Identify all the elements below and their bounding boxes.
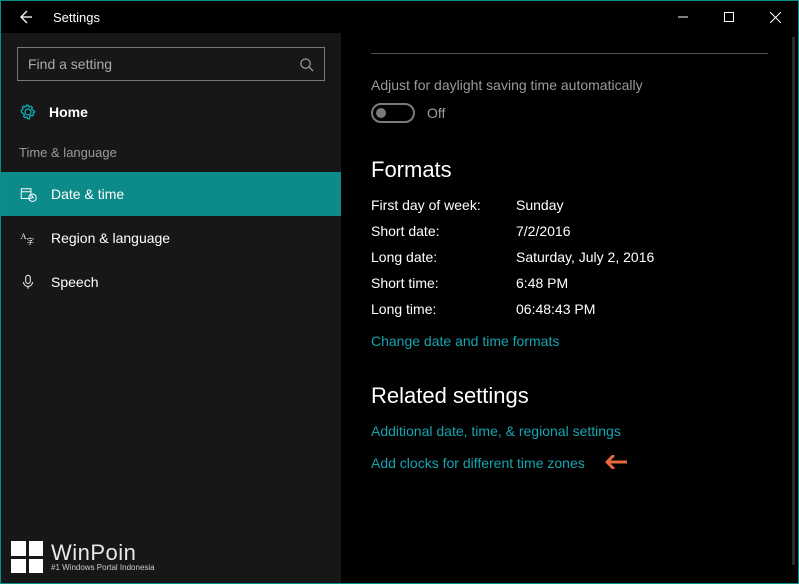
watermark-subtitle: #1 Windows Portal Indonesia	[51, 564, 155, 572]
minimize-button[interactable]	[660, 1, 706, 33]
related-heading: Related settings	[371, 383, 768, 409]
home-nav[interactable]: Home	[1, 95, 341, 135]
minimize-icon	[678, 12, 688, 22]
change-formats-link[interactable]: Change date and time formats	[371, 333, 768, 349]
close-button[interactable]	[752, 1, 798, 33]
window-controls	[660, 1, 798, 33]
format-key: Short date:	[371, 223, 516, 239]
close-icon	[770, 12, 781, 23]
home-label: Home	[49, 104, 88, 120]
nav-list: Date & time A字 Region & language Speech	[1, 172, 341, 304]
sidebar: Find a setting Home Time & language Date…	[1, 33, 341, 583]
svg-text:A: A	[21, 232, 27, 241]
calendar-clock-icon	[19, 185, 37, 203]
nav-label: Speech	[51, 274, 98, 290]
format-value: 06:48:43 PM	[516, 301, 768, 317]
microphone-icon	[19, 273, 37, 291]
scrollbar[interactable]	[792, 37, 795, 565]
settings-window: Settings Find a setting Home	[0, 0, 799, 584]
dst-toggle-state: Off	[427, 105, 445, 121]
toggle-knob	[376, 108, 386, 118]
add-clocks-link[interactable]: Add clocks for different time zones	[371, 455, 585, 471]
nav-label: Region & language	[51, 230, 170, 246]
additional-settings-link[interactable]: Additional date, time, & regional settin…	[371, 423, 621, 439]
scroll-hint	[371, 46, 768, 54]
format-value: Saturday, July 2, 2016	[516, 249, 768, 265]
watermark: WinPoin #1 Windows Portal Indonesia	[11, 541, 155, 573]
format-key: First day of week:	[371, 197, 516, 213]
formats-table: First day of week:SundayShort date:7/2/2…	[371, 197, 768, 317]
language-icon: A字	[19, 229, 37, 247]
content-pane: Adjust for daylight saving time automati…	[341, 33, 798, 583]
format-value: 7/2/2016	[516, 223, 768, 239]
search-input[interactable]: Find a setting	[17, 47, 325, 81]
search-placeholder: Find a setting	[28, 56, 112, 72]
back-arrow-icon	[17, 9, 33, 25]
format-value: Sunday	[516, 197, 768, 213]
window-body: Find a setting Home Time & language Date…	[1, 33, 798, 583]
window-title: Settings	[53, 10, 660, 25]
svg-text:字: 字	[27, 236, 35, 246]
maximize-icon	[724, 12, 734, 22]
format-key: Long time:	[371, 301, 516, 317]
callout-arrow-icon	[601, 453, 627, 474]
watermark-title: WinPoin	[51, 542, 155, 564]
titlebar: Settings	[1, 1, 798, 33]
search-icon	[299, 57, 314, 72]
sidebar-item-region-language[interactable]: A字 Region & language	[1, 216, 341, 260]
maximize-button[interactable]	[706, 1, 752, 33]
nav-label: Date & time	[51, 186, 124, 202]
sidebar-item-date-time[interactable]: Date & time	[1, 172, 341, 216]
format-key: Long date:	[371, 249, 516, 265]
watermark-logo-icon	[11, 541, 43, 573]
format-key: Short time:	[371, 275, 516, 291]
gear-icon	[19, 103, 37, 121]
sidebar-item-speech[interactable]: Speech	[1, 260, 341, 304]
category-label: Time & language	[1, 135, 341, 172]
dst-label: Adjust for daylight saving time automati…	[371, 77, 768, 93]
formats-heading: Formats	[371, 157, 768, 183]
back-button[interactable]	[1, 1, 49, 33]
dst-toggle[interactable]	[371, 103, 415, 123]
format-value: 6:48 PM	[516, 275, 768, 291]
